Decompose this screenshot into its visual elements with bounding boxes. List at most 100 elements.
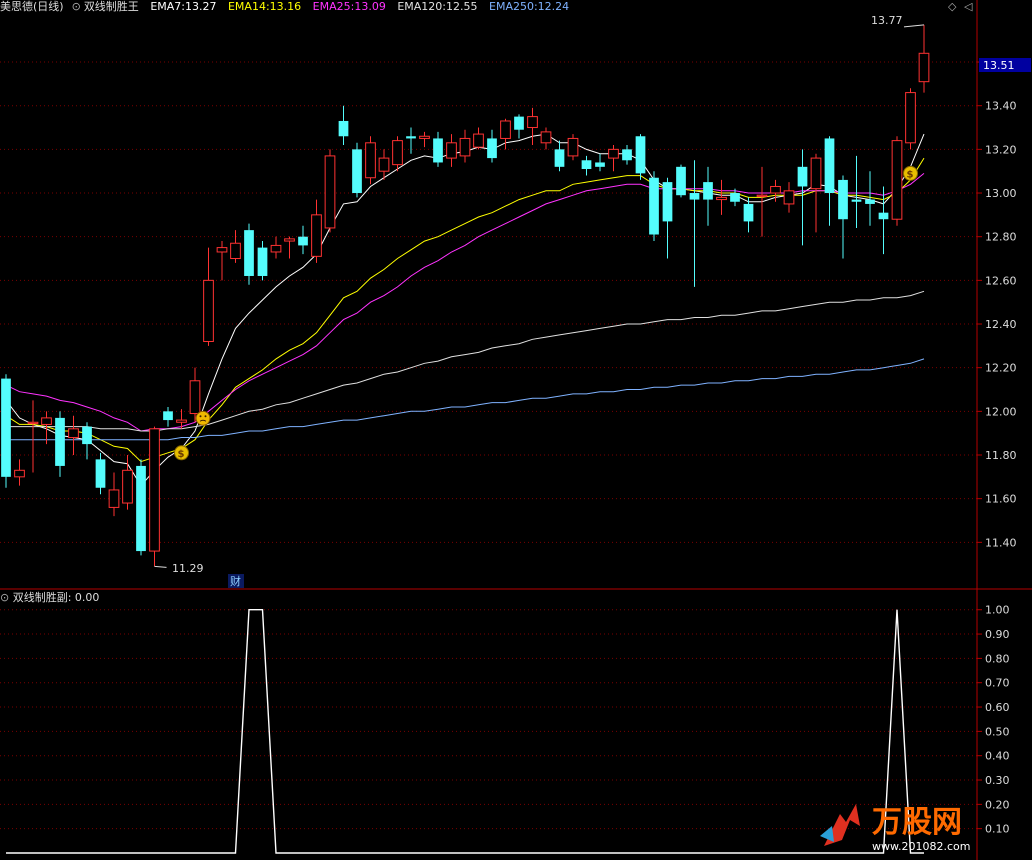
candle-body-up — [783, 190, 795, 205]
candle-body-up — [770, 185, 781, 194]
candle-body-down — [649, 177, 659, 235]
candle-body-up — [149, 428, 160, 552]
candle-body-up — [176, 419, 187, 423]
candle-body-down — [163, 411, 173, 421]
main-tick-label: 13.20 — [985, 143, 1017, 156]
ema-line-ema25 — [5, 173, 925, 432]
sub-tick-label: 0.80 — [985, 652, 1010, 665]
ema-line-ema250 — [6, 358, 925, 441]
ema25-legend: EMA25:13.09 — [312, 0, 386, 13]
cai-label: 财 — [230, 574, 241, 588]
candle-body-down — [676, 166, 686, 196]
stock-label[interactable]: 美思德(日线) — [0, 0, 64, 13]
ema250-legend: EMA250:12.24 — [489, 0, 570, 13]
sub-tick-label: 0.50 — [985, 725, 1010, 738]
candle-body-down — [824, 138, 835, 194]
candle-body-down — [703, 182, 713, 200]
candle-body-up — [540, 131, 552, 144]
candle-body-down — [136, 465, 146, 552]
candle-body-up — [810, 157, 822, 190]
collapse-icon[interactable]: ◁ — [964, 0, 972, 13]
candle-body-down — [352, 149, 362, 194]
candle-body-down — [743, 203, 754, 222]
candle-body-up — [230, 242, 241, 260]
candle-body-down — [298, 236, 308, 246]
candle-body-down — [851, 199, 862, 202]
sub-tick-label: 0.90 — [985, 628, 1010, 641]
candle-body-up — [527, 116, 538, 129]
candle-body-up — [311, 214, 322, 257]
candle-body-down — [55, 417, 65, 466]
current-price-label: 13.51 — [983, 59, 1015, 72]
candle-body-down — [635, 136, 646, 174]
sub-indicator-value: : 0.00 — [67, 591, 100, 604]
candle-body-up — [378, 157, 390, 172]
candle-body-down — [1, 378, 11, 477]
money-bag-symbol: $ — [178, 449, 185, 460]
main-tick-label: 11.40 — [985, 536, 1017, 549]
brand-watermark: 万股网 www.201082.com — [820, 804, 970, 853]
candle-body-down — [554, 149, 565, 167]
indicator-toggle-icon[interactable]: ⊙ — [72, 0, 81, 13]
candle-body-up — [392, 140, 403, 166]
ema7-legend: EMA7:13.27 — [150, 0, 217, 13]
sub-tick-label: 0.30 — [985, 774, 1010, 787]
sub-toggle-icon[interactable]: ⊙ — [0, 591, 9, 604]
candle-body-up — [567, 137, 579, 157]
watermark-url: www.201082.com — [872, 840, 970, 853]
low-pointer — [154, 565, 167, 568]
candle-body-up — [108, 489, 120, 508]
candle-body-up — [284, 238, 295, 242]
ema-line-ema120 — [6, 290, 925, 432]
candle-body-down — [878, 212, 889, 220]
candle-body-up — [41, 417, 52, 425]
main-tick-label: 11.80 — [985, 449, 1017, 462]
main-tick-label: 13.00 — [985, 187, 1017, 200]
indicator-name[interactable]: 双线制胜王 — [84, 0, 139, 13]
main-tick-label: 12.80 — [985, 231, 1017, 244]
candle-body-down — [244, 230, 254, 276]
smiley-eye — [199, 415, 202, 418]
candle-body-down — [433, 138, 443, 163]
candle-body-down — [257, 247, 268, 276]
watermark-brand: 万股网 — [872, 805, 962, 840]
candle-body-up — [27, 421, 39, 424]
sub-indicator-name[interactable]: 双线制胜副 — [13, 591, 68, 604]
sub-tick-label: 0.40 — [985, 750, 1010, 763]
sub-chart-header: ⊙ 双线制胜副: 0.00 — [0, 591, 99, 605]
candle-body-up — [189, 380, 201, 415]
candle-body-up — [459, 137, 471, 157]
main-tick-label: 12.40 — [985, 318, 1017, 331]
candle-body-up — [216, 247, 228, 253]
high-pointer — [903, 24, 925, 28]
high-label: 13.77 — [871, 14, 903, 27]
main-tick-label: 11.60 — [985, 493, 1017, 506]
candle-body-down — [406, 136, 416, 139]
chart-canvas: $$ 11.4011.6011.8012.0012.2012.4012.6012… — [0, 0, 1032, 860]
candle-body-down — [865, 199, 875, 204]
main-tick-label: 12.60 — [985, 274, 1017, 287]
candle-body-up — [122, 469, 133, 504]
candle-body-down — [487, 138, 497, 159]
smiley-eye — [204, 415, 207, 418]
sub-tick-label: 0.70 — [985, 677, 1010, 690]
candle-body-down — [797, 166, 808, 187]
candle-body-up — [891, 140, 903, 220]
ema-lines — [5, 133, 925, 487]
candle-body-up — [905, 92, 916, 144]
ema14-legend: EMA14:13.16 — [227, 0, 302, 13]
candle-body-up — [446, 142, 457, 159]
diamond-icon[interactable]: ◇ — [948, 0, 956, 13]
main-chart-header: 美思德(日线) ⊙ 双线制胜王 EMA7:13.27 EMA14:13.16 EMA… — [0, 0, 577, 14]
candle-body-down — [730, 193, 740, 202]
candle-body-up — [14, 469, 25, 478]
main-tick-label: 12.20 — [985, 362, 1017, 375]
low-label: 11.29 — [172, 562, 204, 575]
annotations: 13.77 11.29 13.51 财 — [172, 14, 1031, 588]
candle-body-down — [581, 160, 592, 170]
candle-body-up — [270, 244, 282, 253]
candle-body-up — [419, 135, 430, 139]
candle-body-up — [324, 155, 336, 229]
candle-body-up — [756, 194, 768, 197]
candle-body-down — [838, 179, 848, 220]
